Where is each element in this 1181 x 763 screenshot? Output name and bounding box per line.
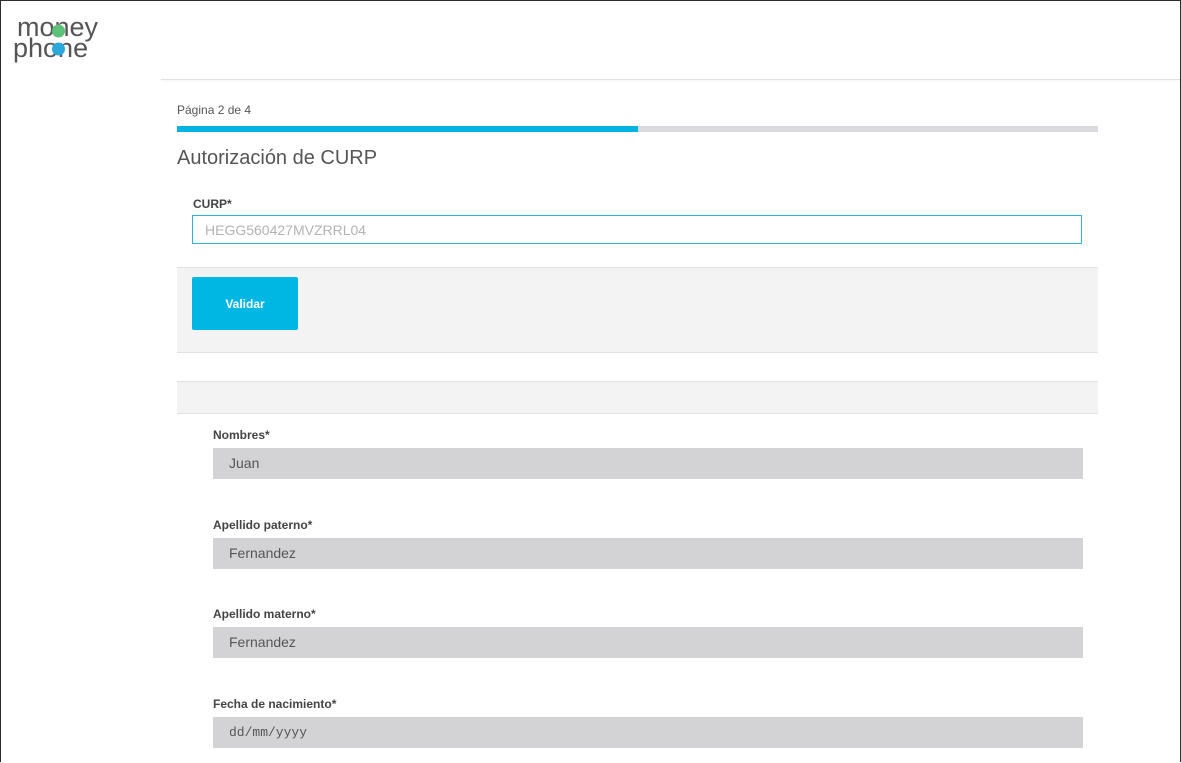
first-name-label: Nombres* <box>213 428 270 442</box>
curp-label: CURP* <box>193 197 232 211</box>
birth-date-input[interactable]: dd/mm/yyyy <box>213 717 1083 748</box>
section-separator <box>177 381 1098 414</box>
maternal-surname-input[interactable]: Fernandez <box>213 627 1083 658</box>
birth-date-label: Fecha de nacimiento* <box>213 697 337 711</box>
money-phone-logo[interactable]: money phone <box>11 11 141 71</box>
top-header: money phone <box>1 1 1180 79</box>
paternal-surname-field: Apellido paterno* Fernandez <box>213 518 1083 569</box>
app-window: money phone Página 2 de 4 Autorización d… <box>0 0 1181 762</box>
curp-input[interactable] <box>192 215 1082 244</box>
paternal-surname-label: Apellido paterno* <box>213 518 313 532</box>
maternal-surname-field: Apellido materno* Fernandez <box>213 607 1083 658</box>
first-name-field: Nombres* Juan <box>213 428 1083 479</box>
first-name-input[interactable]: Juan <box>213 448 1083 479</box>
progress-bar <box>177 126 1098 132</box>
progress-bar-fill <box>177 126 638 132</box>
logo-dot-green-icon <box>52 24 65 38</box>
paternal-surname-input[interactable]: Fernandez <box>213 538 1083 569</box>
maternal-surname-label: Apellido materno* <box>213 607 316 621</box>
page-indicator: Página 2 de 4 <box>177 103 252 117</box>
birth-date-field: Fecha de nacimiento* dd/mm/yyyy <box>213 697 1083 748</box>
validate-panel: Validar <box>177 267 1098 353</box>
logo-graphic: money phone <box>13 12 99 63</box>
logo-line-2: phone <box>13 33 88 63</box>
header-divider <box>161 79 1180 80</box>
logo-dot-blue-icon <box>52 42 65 56</box>
validate-button[interactable]: Validar <box>192 277 298 330</box>
section-title: Autorización de CURP <box>177 147 378 169</box>
